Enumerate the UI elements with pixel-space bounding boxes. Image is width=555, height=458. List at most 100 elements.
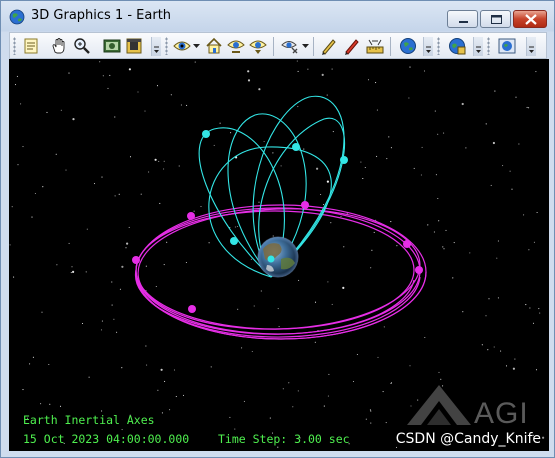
star bbox=[9, 244, 11, 246]
star bbox=[260, 290, 262, 292]
star bbox=[409, 66, 411, 68]
toolbar-overflow-button[interactable] bbox=[526, 37, 536, 56]
toolbar-grip[interactable] bbox=[165, 37, 168, 55]
globe-terrain-button[interactable] bbox=[447, 36, 467, 56]
star bbox=[68, 242, 70, 244]
3d-scene-viewport[interactable]: AGI Earth Inertial Axes 15 Oct 2023 04:0… bbox=[9, 59, 549, 451]
chevron-down-icon[interactable] bbox=[302, 43, 309, 49]
star bbox=[40, 403, 42, 405]
globe-terrain-icon bbox=[449, 38, 466, 55]
satellite-marker[interactable] bbox=[292, 143, 300, 151]
agi-logo-mark bbox=[407, 385, 471, 425]
star bbox=[423, 70, 426, 72]
properties-button[interactable] bbox=[280, 36, 300, 56]
zoom-icon bbox=[74, 38, 90, 54]
satellite-marker[interactable] bbox=[340, 156, 348, 164]
view-from-to-button[interactable] bbox=[172, 36, 192, 56]
chevron-down-icon bbox=[426, 46, 431, 53]
home-view-button[interactable] bbox=[204, 36, 224, 56]
star bbox=[258, 88, 261, 91]
star bbox=[59, 405, 62, 407]
star bbox=[160, 368, 163, 371]
star bbox=[88, 376, 90, 378]
star bbox=[390, 382, 393, 384]
title-bar[interactable]: 3D Graphics 1 - Earth bbox=[1, 1, 554, 31]
orient-top-button[interactable] bbox=[248, 36, 268, 56]
satellite-marker[interactable] bbox=[187, 212, 195, 220]
record-movie-button[interactable] bbox=[124, 36, 144, 56]
toolbar-overflow-button[interactable] bbox=[423, 37, 433, 56]
star bbox=[297, 70, 299, 72]
pen-red-button[interactable] bbox=[342, 36, 362, 56]
star bbox=[282, 388, 284, 390]
toolbar-separator bbox=[390, 37, 391, 56]
star bbox=[263, 140, 265, 143]
star bbox=[461, 102, 464, 106]
star bbox=[437, 197, 439, 200]
star bbox=[320, 193, 322, 196]
star bbox=[505, 365, 508, 367]
star bbox=[163, 168, 165, 170]
pen-icon bbox=[322, 39, 336, 55]
satellite-marker[interactable] bbox=[188, 305, 196, 313]
satellite-marker[interactable] bbox=[230, 237, 238, 245]
star bbox=[208, 242, 210, 244]
star bbox=[490, 184, 492, 186]
orbit-ring-front bbox=[135, 270, 421, 338]
earth-globe[interactable] bbox=[257, 236, 299, 278]
globe-manager-button[interactable] bbox=[398, 36, 418, 56]
satellite-marker[interactable] bbox=[403, 240, 411, 248]
star bbox=[178, 165, 180, 167]
satellite-marker[interactable] bbox=[202, 130, 210, 138]
star bbox=[194, 61, 196, 63]
close-button[interactable] bbox=[513, 10, 547, 28]
star bbox=[247, 70, 250, 73]
star bbox=[229, 416, 231, 418]
maximize-button[interactable] bbox=[480, 10, 511, 28]
star bbox=[243, 400, 245, 402]
toolbar-overflow-button[interactable] bbox=[151, 37, 161, 56]
minimize-button[interactable] bbox=[447, 10, 478, 28]
star bbox=[16, 75, 18, 77]
star bbox=[515, 96, 517, 98]
satellite-marker[interactable] bbox=[415, 266, 423, 274]
star bbox=[121, 367, 123, 369]
star bbox=[70, 272, 72, 274]
measure-button[interactable] bbox=[365, 36, 385, 56]
star bbox=[528, 249, 530, 251]
star bbox=[129, 156, 132, 158]
star bbox=[409, 365, 411, 367]
star bbox=[173, 369, 176, 371]
orient-north-button[interactable] bbox=[226, 36, 246, 56]
star bbox=[193, 210, 195, 212]
toolbar-grip[interactable] bbox=[13, 37, 16, 55]
pen-button[interactable] bbox=[319, 36, 339, 56]
star bbox=[529, 307, 531, 309]
star bbox=[421, 146, 423, 148]
minimize-icon bbox=[459, 21, 468, 23]
chevron-down-icon[interactable] bbox=[193, 43, 200, 49]
star bbox=[107, 87, 109, 89]
pan-button[interactable] bbox=[49, 36, 69, 56]
star bbox=[523, 214, 525, 216]
star bbox=[234, 428, 236, 430]
star bbox=[68, 72, 70, 74]
satellite-marker[interactable] bbox=[267, 255, 275, 263]
star bbox=[31, 216, 33, 218]
star bbox=[118, 193, 120, 195]
window-globe-button[interactable] bbox=[497, 36, 517, 56]
toolbar-grip[interactable] bbox=[437, 37, 440, 55]
star bbox=[462, 311, 464, 313]
satellite-marker[interactable] bbox=[301, 201, 309, 209]
star bbox=[373, 231, 375, 233]
toolbar-grip[interactable] bbox=[487, 37, 490, 55]
notes-button[interactable] bbox=[21, 36, 41, 56]
star bbox=[442, 246, 444, 248]
star bbox=[370, 422, 372, 424]
satellite-marker[interactable] bbox=[132, 256, 140, 264]
star bbox=[385, 422, 387, 424]
snapshot-button[interactable] bbox=[102, 36, 122, 56]
zoom-button[interactable] bbox=[72, 36, 92, 56]
toolbar-overflow-button[interactable] bbox=[473, 37, 483, 56]
star bbox=[292, 406, 294, 408]
